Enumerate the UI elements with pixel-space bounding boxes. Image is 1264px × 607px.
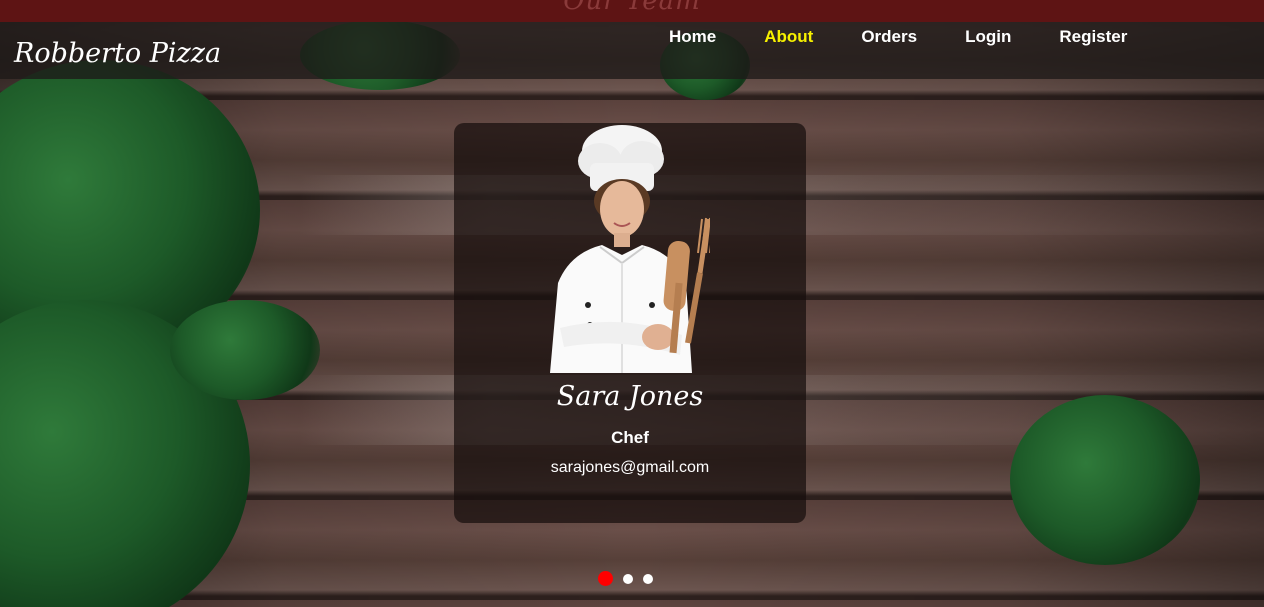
navbar: Robberto Pizza Home About Orders Login R… xyxy=(0,22,1264,79)
brand-logo[interactable]: Robberto Pizza xyxy=(14,40,221,67)
nav-item-login[interactable]: Login xyxy=(965,28,1011,45)
carousel-dot-3[interactable] xyxy=(643,573,653,584)
nav-item-register[interactable]: Register xyxy=(1059,28,1127,45)
carousel-indicators xyxy=(598,571,653,586)
member-email[interactable]: sarajones@gmail.com xyxy=(454,459,806,477)
chef-photo xyxy=(550,125,710,373)
carousel-dot-1[interactable] xyxy=(598,571,613,586)
team-member-card: Sara Jones Chef sarajones@gmail.com xyxy=(454,123,806,523)
nav-item-about[interactable]: About xyxy=(764,28,813,45)
section-header-strip: Our Team xyxy=(0,0,1264,22)
member-name: Sara Jones xyxy=(556,381,704,412)
carousel-dot-2[interactable] xyxy=(623,573,633,584)
ivy-leaves-image xyxy=(170,300,320,400)
section-heading: Our Team xyxy=(563,0,701,16)
member-role: Chef xyxy=(611,428,649,447)
nav-item-home[interactable]: Home xyxy=(669,28,716,45)
page: Our Team Robberto Pizza Home About Order… xyxy=(0,0,1264,607)
nav-menu: Home About Orders Login Register xyxy=(669,28,1175,45)
ivy-leaves-image xyxy=(1010,395,1200,565)
nav-item-orders[interactable]: Orders xyxy=(861,28,917,45)
